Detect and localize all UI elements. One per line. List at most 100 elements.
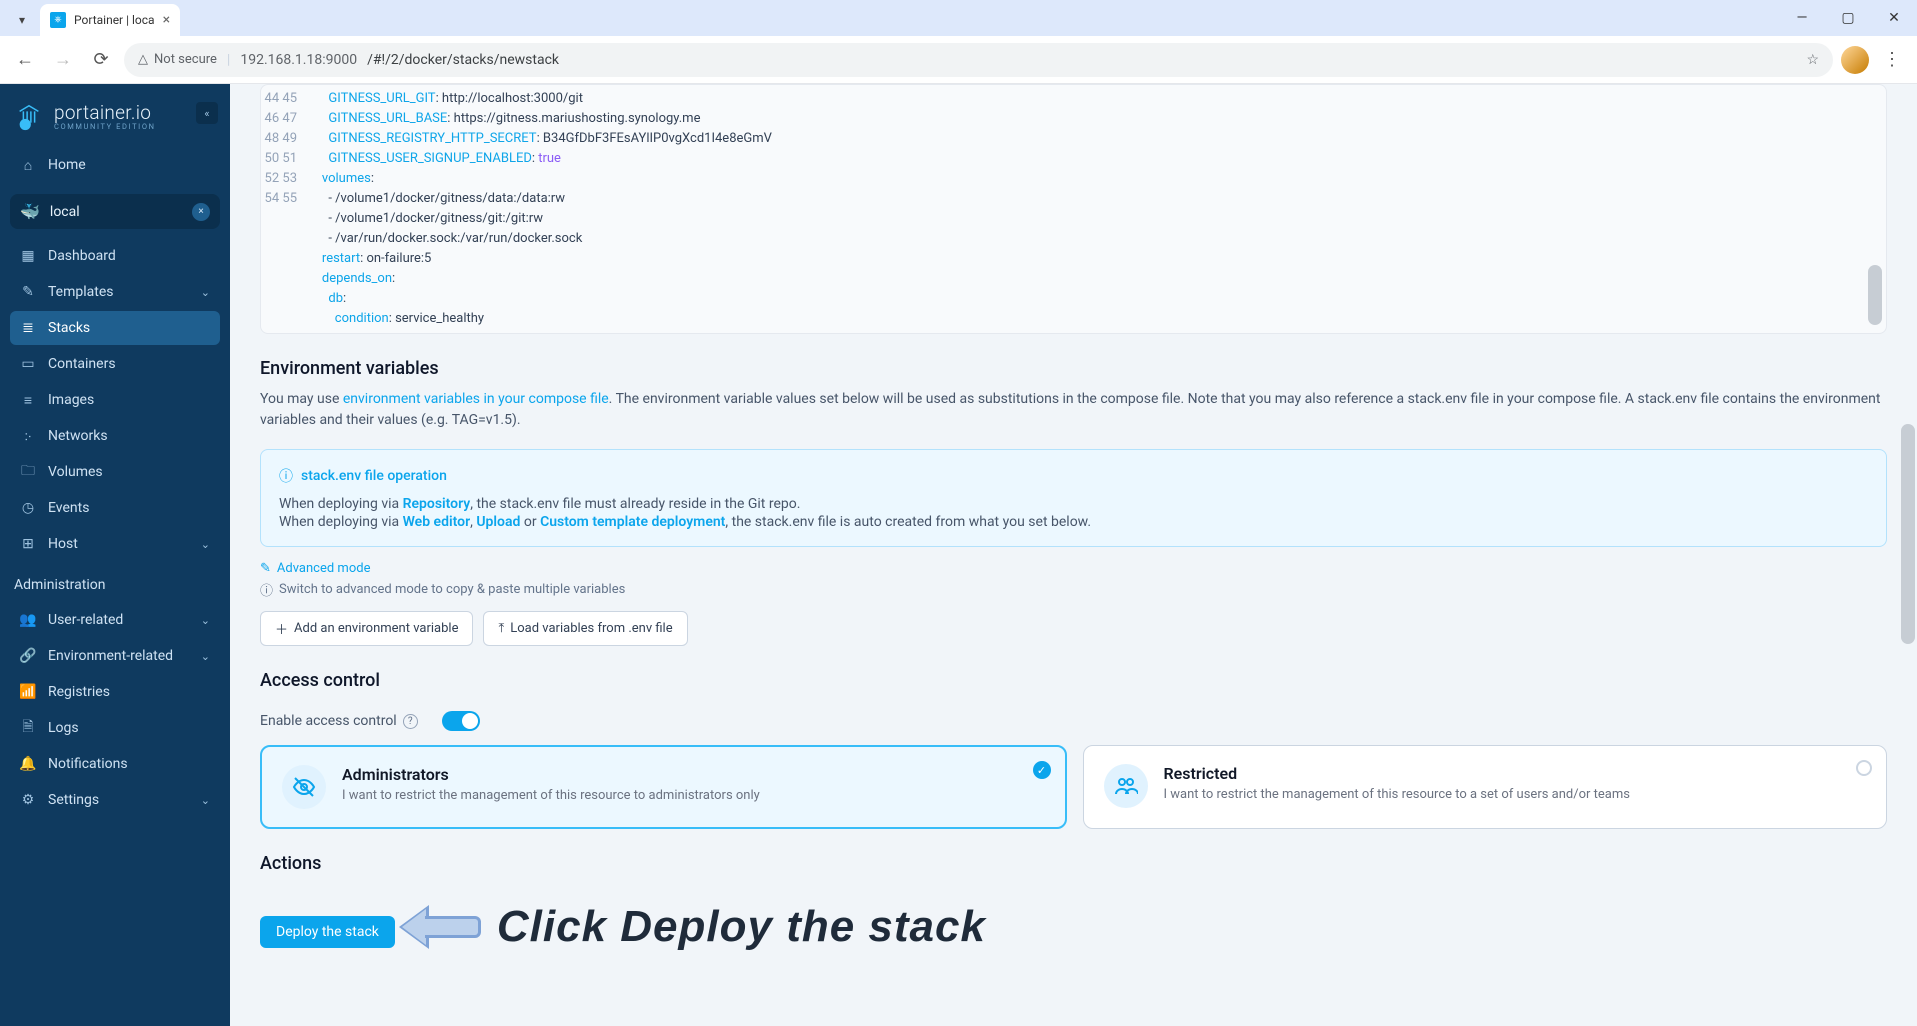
sidebar-item-label: Stacks	[48, 320, 90, 336]
sidebar-item-dashboard[interactable]: ▦Dashboard	[10, 239, 220, 273]
sidebar-item-label: Registries	[48, 684, 110, 700]
security-badge: △ Not secure	[138, 52, 217, 67]
button-label: Add an environment variable	[294, 621, 458, 636]
text: You may use	[260, 391, 343, 407]
sidebar-item-templates[interactable]: ✎Templates⌄	[10, 275, 220, 309]
browser-tab[interactable]: ⎈ Portainer | loca ×	[40, 4, 180, 36]
security-label: Not secure	[154, 52, 217, 67]
host-icon: ⊞	[20, 536, 36, 552]
access-enable-label: Enable access control	[260, 713, 397, 729]
env-name: local	[50, 204, 80, 220]
card-title: Administrators	[342, 765, 760, 784]
access-card-administrators[interactable]: Administrators I want to restrict the ma…	[260, 745, 1067, 829]
link-label: Advanced mode	[277, 561, 371, 576]
sidebar-item-host[interactable]: ⊞ Host ⌄	[10, 527, 220, 561]
check-icon: ✓	[1033, 761, 1051, 779]
sidebar-item-label: User-related	[48, 612, 123, 628]
radio-unchecked-icon	[1856, 760, 1872, 776]
editor-gutter: 44 45 46 47 48 49 50 51 52 53 54 55	[261, 89, 309, 329]
bell-icon: 🔔	[20, 756, 36, 772]
card-desc: I want to restrict the management of thi…	[1164, 787, 1630, 802]
tab-title: Portainer | loca	[74, 13, 155, 27]
people-icon	[1104, 764, 1148, 808]
brand-icon	[14, 102, 44, 132]
plus-icon: ＋	[275, 619, 288, 638]
editor-scrollbar-track[interactable]	[1868, 89, 1882, 329]
window-minimize-icon[interactable]: —	[1779, 0, 1825, 36]
window-close-icon[interactable]: ✕	[1871, 0, 1917, 36]
env-close-icon[interactable]: ×	[192, 203, 210, 221]
add-env-var-button[interactable]: ＋ Add an environment variable	[260, 611, 473, 646]
actions-section-title: Actions	[260, 853, 1887, 874]
advanced-mode-hint: ⓘSwitch to advanced mode to copy & paste…	[260, 580, 1887, 599]
env-docs-link[interactable]: environment variables in your compose fi…	[343, 391, 609, 407]
gear-icon: ⚙	[20, 792, 36, 808]
sidebar-item-networks[interactable]: ჻ Networks	[10, 419, 220, 453]
page-scrollbar[interactable]	[1901, 424, 1915, 644]
annotation-arrow-icon	[399, 903, 485, 951]
sidebar-item-images[interactable]: ≡Images	[10, 383, 220, 417]
info-small-icon: ⓘ	[260, 580, 273, 599]
advanced-mode-link[interactable]: ✎ Advanced mode	[260, 561, 370, 576]
sidebar-item-label: Notifications	[48, 756, 128, 772]
chevron-down-icon: ⌄	[201, 614, 210, 627]
sidebar-item-label: Host	[48, 536, 78, 552]
forward-button[interactable]: →	[48, 45, 78, 75]
browser-menu-icon[interactable]: ⋮	[1877, 49, 1907, 70]
address-bar[interactable]: △ Not secure | 192.168.1.18:9000/#!/2/do…	[124, 43, 1833, 77]
sidebar-item-user-related[interactable]: 👥User-related⌄	[10, 603, 220, 637]
sidebar-item-logs[interactable]: 🗎Logs	[10, 711, 220, 745]
sidebar-item-notifications[interactable]: 🔔 Notifications	[10, 747, 220, 781]
url-host: 192.168.1.18:9000	[240, 52, 357, 68]
access-card-restricted[interactable]: Restricted I want to restrict the manage…	[1083, 745, 1888, 829]
edit-icon: ✎	[260, 561, 271, 576]
upload-icon: ⤒	[498, 621, 504, 636]
sidebar-item-label: Logs	[48, 720, 79, 736]
editor-scrollbar-thumb[interactable]	[1868, 265, 1882, 325]
chevron-down-icon: ⌄	[201, 286, 210, 299]
deploy-stack-button[interactable]: Deploy the stack	[260, 916, 395, 948]
images-icon: ≡	[20, 392, 36, 409]
brand-sub: COMMUNITY EDITION	[54, 123, 156, 131]
info-line: When deploying via Repository, the stack…	[279, 496, 1868, 512]
sidebar-item-settings[interactable]: ⚙Settings⌄	[10, 783, 220, 817]
sidebar-item-label: Containers	[48, 356, 116, 372]
sidebar-item-stacks[interactable]: ≣ Stacks	[10, 311, 220, 345]
back-button[interactable]: ←	[10, 45, 40, 75]
sidebar-item-env-related[interactable]: 🔗Environment-related⌄	[10, 639, 220, 673]
home-icon: ⌂	[20, 157, 36, 174]
sidebar-collapse-button[interactable]: «	[196, 102, 218, 124]
tab-favicon-icon: ⎈	[50, 12, 66, 28]
chevron-down-icon: ⌄	[201, 538, 210, 551]
sidebar-item-label: Dashboard	[48, 248, 116, 264]
sidebar-item-home[interactable]: ⌂ Home	[10, 148, 220, 182]
networks-icon: ჻	[20, 428, 36, 444]
load-env-file-button[interactable]: ⤒Load variables from .env file	[483, 611, 687, 646]
reload-button[interactable]: ⟳	[86, 45, 116, 75]
docker-icon: 🐳	[20, 202, 40, 221]
sidebar-item-registries[interactable]: 📶Registries	[10, 675, 220, 709]
warning-icon: △	[138, 52, 148, 67]
access-control-toggle[interactable]	[442, 711, 480, 731]
tabs-dropdown-icon[interactable]: ▾	[10, 8, 34, 32]
containers-icon: ▭	[20, 356, 36, 372]
sidebar-item-containers[interactable]: ▭ Containers	[10, 347, 220, 381]
eye-off-icon	[282, 765, 326, 809]
volumes-icon: 🗀	[20, 460, 36, 484]
sidebar-item-volumes[interactable]: 🗀Volumes	[10, 455, 220, 489]
profile-avatar[interactable]	[1841, 46, 1869, 74]
sidebar-item-label: Networks	[48, 428, 108, 444]
help-icon[interactable]: ?	[403, 714, 418, 729]
bookmark-icon[interactable]: ☆	[1806, 52, 1819, 68]
sidebar-environment-pill[interactable]: 🐳 local ×	[10, 194, 220, 229]
editor-code[interactable]: GITNESS_URL_GIT: http://localhost:3000/g…	[309, 89, 1886, 329]
code-editor[interactable]: 44 45 46 47 48 49 50 51 52 53 54 55 GITN…	[260, 84, 1887, 334]
window-maximize-icon[interactable]: ▢	[1825, 0, 1871, 36]
sidebar-item-label: Events	[48, 500, 89, 516]
info-title: stack.env file operation	[301, 468, 447, 484]
stacks-icon: ≣	[20, 320, 36, 336]
sidebar-item-label: Settings	[48, 792, 99, 808]
sidebar-item-events[interactable]: ◷ Events	[10, 491, 220, 525]
events-icon: ◷	[20, 500, 36, 516]
tab-close-icon[interactable]: ×	[163, 12, 170, 28]
